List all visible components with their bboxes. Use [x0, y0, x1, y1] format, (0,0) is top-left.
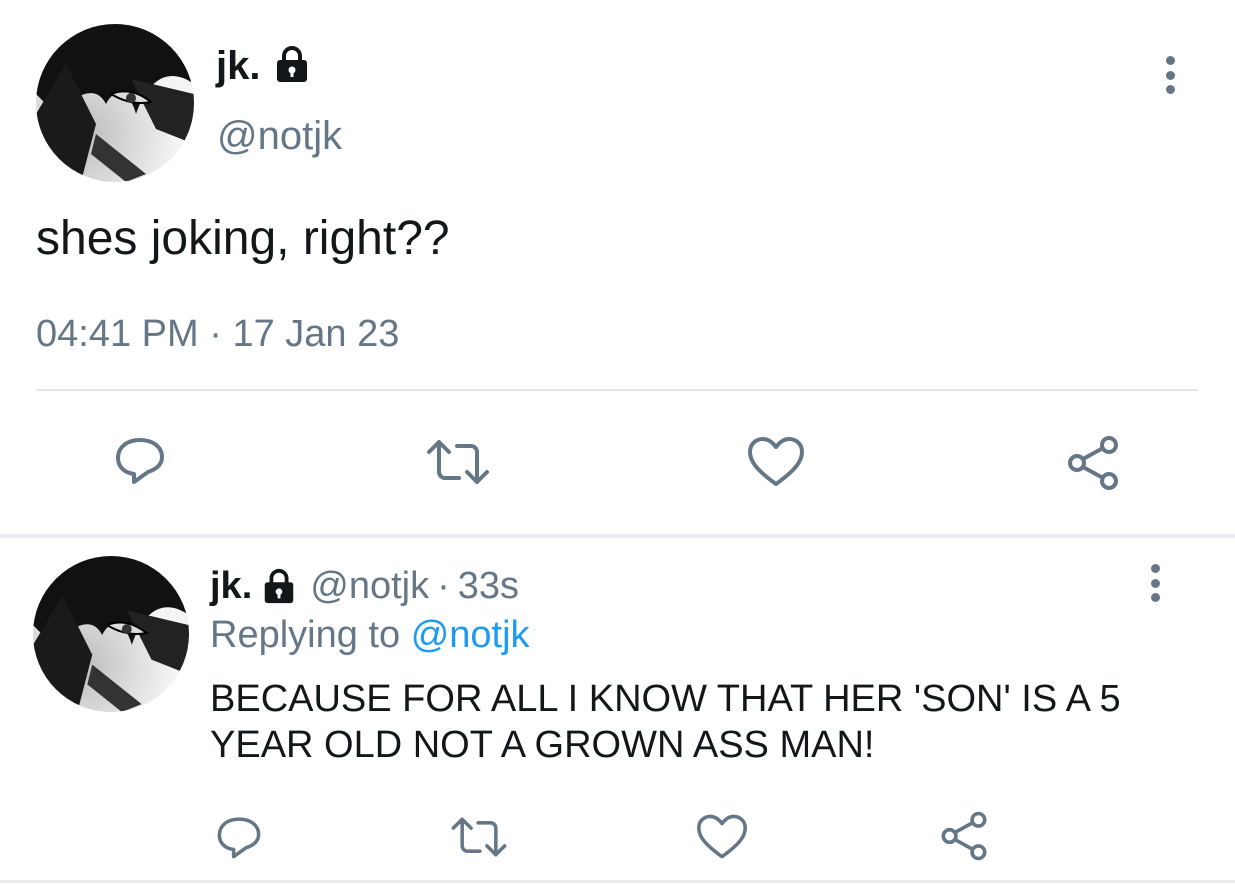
- tweet-timestamp: 04:41 PM · 17 Jan 23: [36, 312, 399, 356]
- display-name[interactable]: jk.: [210, 565, 252, 608]
- lock-icon: [272, 44, 312, 84]
- separator-dot: ·: [437, 564, 450, 607]
- replying-to: Replying to @notjk: [210, 612, 530, 658]
- more-options-icon[interactable]: [1164, 56, 1176, 94]
- replying-to-handle[interactable]: @notjk: [411, 614, 530, 656]
- more-options-icon[interactable]: [1149, 564, 1161, 602]
- divider: [36, 389, 1198, 391]
- tweet-date: 17 Jan 23: [232, 313, 400, 355]
- avatar[interactable]: [33, 556, 189, 712]
- section-divider: [0, 534, 1235, 538]
- tweet-time: 04:41 PM: [36, 313, 199, 355]
- reply-header: jk. @notjk · 33s: [210, 562, 519, 610]
- tweet-text: BECAUSE FOR ALL I KNOW THAT HER 'SON' IS…: [210, 678, 1121, 766]
- tweet-text: shes joking, right??: [36, 212, 450, 265]
- bottom-divider: [0, 880, 1235, 883]
- reply-icon[interactable]: [212, 810, 266, 864]
- retweet-icon[interactable]: [423, 434, 493, 490]
- share-icon[interactable]: [936, 808, 992, 864]
- retweet-icon[interactable]: [448, 812, 510, 862]
- like-icon[interactable]: [744, 432, 808, 492]
- replying-to-label: Replying to: [210, 614, 401, 656]
- like-icon[interactable]: [694, 810, 750, 864]
- separator-dot: ·: [209, 313, 222, 355]
- tweet-age: 33s: [457, 564, 520, 607]
- share-icon[interactable]: [1062, 432, 1124, 494]
- user-handle[interactable]: @notjk: [217, 112, 342, 160]
- display-name[interactable]: jk.: [216, 42, 260, 90]
- avatar[interactable]: [36, 24, 194, 182]
- user-handle[interactable]: @notjk: [310, 565, 429, 608]
- lock-icon: [260, 567, 298, 605]
- reply-icon[interactable]: [110, 430, 170, 490]
